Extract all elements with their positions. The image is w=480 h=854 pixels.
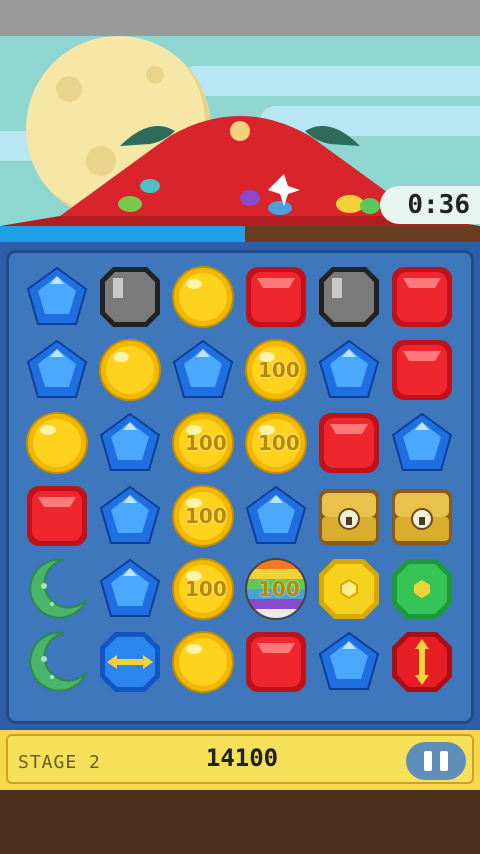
red-gem-piece[interactable] [240,261,312,333]
blue-pentagon-piece[interactable] [94,553,166,625]
red-gem-piece[interactable] [386,261,458,333]
gray-block-piece[interactable] [313,261,385,333]
blue-pentagon-piece[interactable] [94,407,166,479]
pause-icon [424,751,432,771]
treasure-chest-icon [392,489,452,545]
green-octagon-icon [392,559,452,619]
blue-pentagon-piece[interactable] [21,261,93,333]
red-arrow-gem-icon [392,632,452,692]
bonus-score-label: 100 [258,577,300,601]
blue-pentagon-icon [391,412,453,471]
blue-pentagon-piece[interactable] [240,480,312,552]
blue-pentagon-piece[interactable] [313,626,385,698]
gray-block-piece[interactable] [94,261,166,333]
time-progress-fill [0,226,245,242]
bonus-score-label: 100 [258,431,300,455]
gray-block-icon [319,267,379,327]
blue-pentagon-piece[interactable] [167,334,239,406]
red-gem-icon [27,486,87,546]
blue-pentagon-icon [26,266,88,325]
blue-pentagon-piece[interactable] [21,334,93,406]
red-gem-piece[interactable] [240,626,312,698]
sky-stripe [180,66,480,96]
timer-display: 0:36 [380,186,480,224]
treasure-chest-piece[interactable] [313,480,385,552]
yellow-ball-icon [99,339,161,401]
red-arrow-gem-piece[interactable] [386,626,458,698]
red-gem-icon [246,632,306,692]
green-octagon-piece[interactable] [386,553,458,625]
red-gem-icon [392,340,452,400]
game-board: 100 100 100 100 100 100 [6,250,474,724]
red-gem-icon [392,267,452,327]
blue-pentagon-icon [172,339,234,398]
yellow-octagon-piece[interactable] [313,553,385,625]
yellow-ball-icon [172,631,234,693]
yellow-ball-icon [26,412,88,474]
blue-pentagon-icon [99,412,161,471]
blue-pentagon-icon [99,558,161,617]
timer-label: 0:36 [407,190,470,220]
green-moon-piece[interactable] [21,626,93,698]
bonus-score-label: 100 [185,577,227,601]
yellow-ball-piece[interactable] [167,626,239,698]
red-gem-piece[interactable] [386,334,458,406]
green-moon-icon [29,558,87,619]
blue-pentagon-piece[interactable] [386,407,458,479]
blue-arrow-gem-icon [100,632,160,692]
blue-pentagon-icon [318,339,380,398]
bonus-score-label: 100 [185,504,227,528]
blue-arrow-gem-piece[interactable] [94,626,166,698]
yellow-octagon-icon [319,559,379,619]
scene-banner: 0:36 [0,36,480,226]
bonus-score-label: 100 [258,358,300,382]
status-bar [0,0,480,36]
bottom-floor [0,790,480,854]
red-gem-icon [319,413,379,473]
green-moon-piece[interactable] [21,553,93,625]
yellow-ball-piece[interactable] [167,261,239,333]
hud-bar: STAGE 2 14100 [0,730,480,790]
yellow-ball-piece[interactable] [94,334,166,406]
blue-pentagon-piece[interactable] [94,480,166,552]
treasure-chest-piece[interactable] [386,480,458,552]
red-gem-piece[interactable] [313,407,385,479]
green-moon-icon [29,631,87,692]
gray-block-icon [100,267,160,327]
yellow-ball-icon [172,266,234,328]
bonus-score-label: 100 [185,431,227,455]
treasure-chest-icon [319,489,379,545]
blue-pentagon-icon [245,485,307,544]
yellow-ball-piece[interactable] [21,407,93,479]
red-gem-piece[interactable] [21,480,93,552]
blue-pentagon-piece[interactable] [313,334,385,406]
time-progress-bar [0,226,480,242]
hud-panel: STAGE 2 14100 [6,734,474,784]
blue-pentagon-icon [318,631,380,690]
red-gem-icon [246,267,306,327]
board-frame: 100 100 100 100 100 100 [0,242,480,730]
blue-pentagon-icon [26,339,88,398]
blue-pentagon-icon [99,485,161,544]
pause-button[interactable] [406,742,466,780]
